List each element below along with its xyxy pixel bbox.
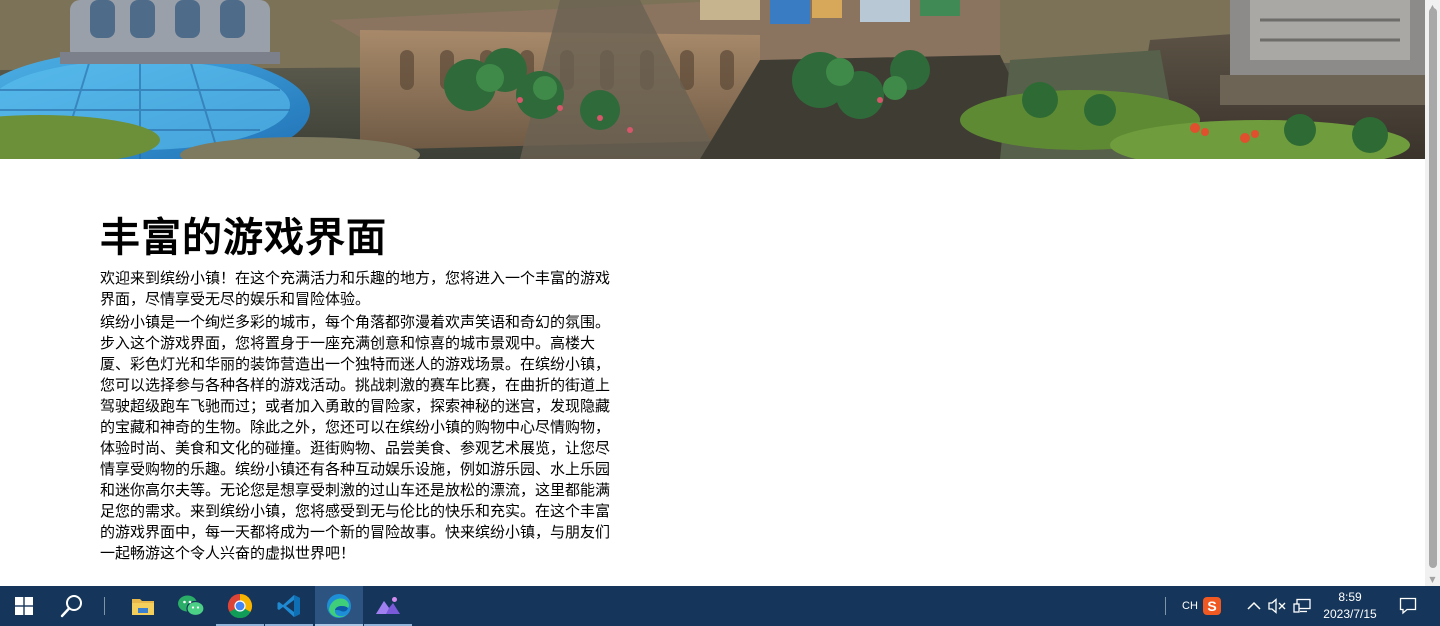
- taskbar-app-file-explorer[interactable]: [119, 586, 167, 626]
- windows-logo-icon: [15, 597, 33, 615]
- search-icon: [60, 595, 82, 618]
- scroll-thumb[interactable]: [1429, 8, 1437, 568]
- search-button[interactable]: [48, 586, 96, 626]
- page-title: 丰富的游戏界面: [100, 215, 387, 261]
- taskbar-app-wechat[interactable]: [167, 586, 215, 626]
- edge-icon: [327, 594, 351, 618]
- vscode-icon: [277, 595, 300, 617]
- svg-text:S: S: [1207, 598, 1216, 614]
- game-town-illustration: [0, 0, 1425, 159]
- taskbar-app-vscode[interactable]: [265, 586, 313, 626]
- notification-center-icon[interactable]: [1394, 586, 1422, 626]
- show-hidden-icons-chevron-up-icon[interactable]: [1244, 586, 1264, 626]
- system-clock[interactable]: 8:59 2023/7/15: [1316, 589, 1384, 623]
- wechat-icon: [178, 595, 205, 617]
- taskbar-app-edge[interactable]: [315, 586, 363, 626]
- page-viewport: 丰富的游戏界面 欢迎来到缤纷小镇！在这个充满活力和乐趣的地方，您将进入一个丰富的…: [0, 0, 1440, 586]
- taskbar-app-photos[interactable]: [364, 586, 412, 626]
- article: 丰富的游戏界面 欢迎来到缤纷小镇！在这个充满活力和乐趣的地方，您将进入一个丰富的…: [100, 210, 616, 564]
- body-paragraph: 缤纷小镇是一个绚烂多彩的城市，每个角落都弥漫着欢声笑语和奇幻的氛围。步入这个游戏…: [100, 313, 611, 562]
- network-icon[interactable]: [1291, 586, 1313, 626]
- clock-time: 8:59: [1338, 590, 1362, 604]
- chrome-icon: [227, 594, 253, 619]
- vertical-scrollbar[interactable]: ▲ ▼: [1425, 0, 1440, 586]
- taskbar: CH S 8:59 2023/7/15: [0, 586, 1440, 626]
- show-desktop-button[interactable]: [1434, 586, 1440, 626]
- taskbar-app-chrome[interactable]: [216, 586, 264, 626]
- photos-icon: [376, 597, 400, 614]
- input-language-indicator[interactable]: CH: [1177, 586, 1203, 626]
- sogou-ime-icon[interactable]: S: [1202, 586, 1222, 626]
- taskbar-separator: [104, 597, 105, 615]
- intro-paragraph: 欢迎来到缤纷小镇！在这个充满活力和乐趣的地方，您将进入一个丰富的游戏界面，尽情享…: [100, 269, 611, 308]
- banner-image: [0, 0, 1425, 159]
- folder-icon: [132, 599, 154, 615]
- scroll-down-arrow-icon[interactable]: ▼: [1425, 572, 1440, 586]
- start-button[interactable]: [0, 586, 48, 626]
- tray-separator: [1165, 597, 1166, 615]
- clock-date: 2023/7/15: [1323, 607, 1377, 621]
- volume-muted-icon[interactable]: [1266, 586, 1288, 626]
